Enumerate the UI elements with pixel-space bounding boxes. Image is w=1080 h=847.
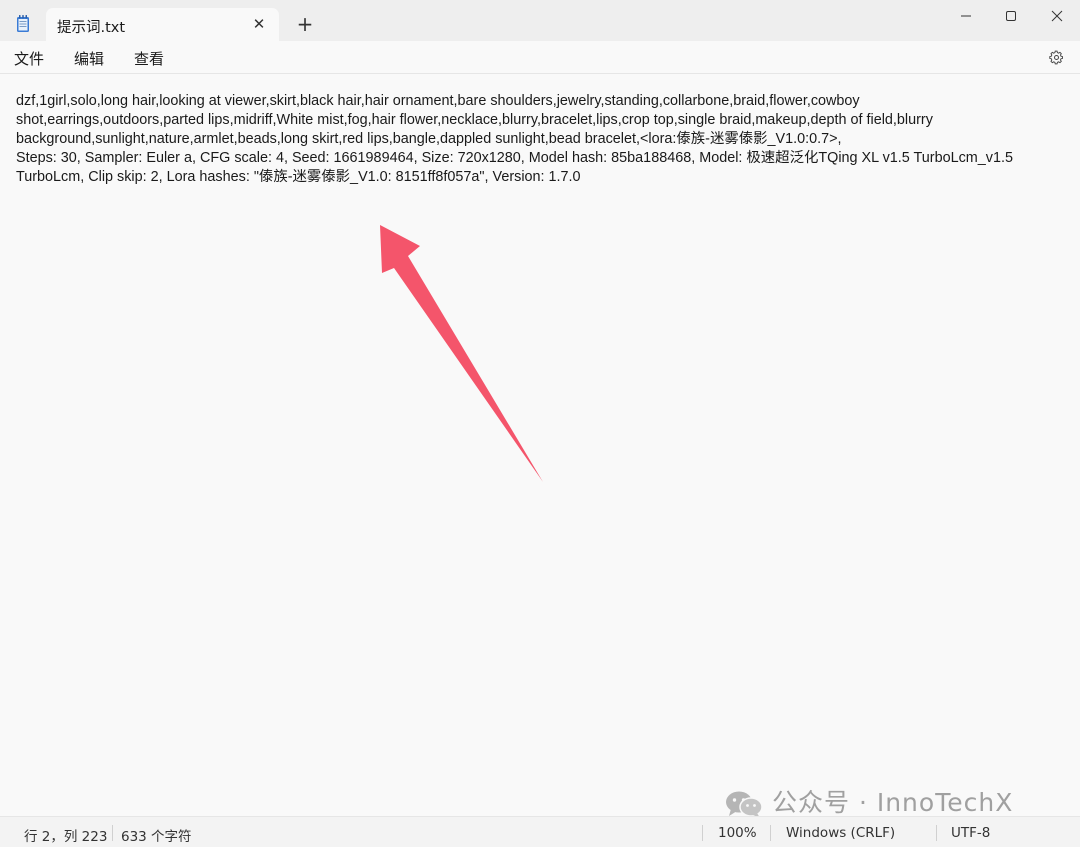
- wechat-icon: [726, 791, 763, 818]
- cursor-position: 行 2，列 223: [24, 829, 108, 845]
- notepad-window: 提示词.txt ✕ + 文件 编辑 查看 dzf,1girl,solo,long…: [0, 0, 1080, 847]
- watermark-text: 公众号 · InnoTechX: [772, 788, 1014, 817]
- status-separator: [936, 825, 937, 841]
- annotation-arrow: [380, 225, 543, 482]
- zoom-level[interactable]: 100%: [718, 825, 757, 841]
- status-separator: [702, 825, 703, 841]
- encoding[interactable]: UTF-8: [951, 825, 990, 841]
- status-bar: 行 2，列 223 633 个字符 100% Windows (CRLF) UT…: [0, 816, 1080, 847]
- status-separator: [112, 825, 113, 841]
- status-separator: [770, 825, 771, 841]
- character-count: 633 个字符: [121, 829, 192, 845]
- line-ending[interactable]: Windows (CRLF): [786, 825, 895, 841]
